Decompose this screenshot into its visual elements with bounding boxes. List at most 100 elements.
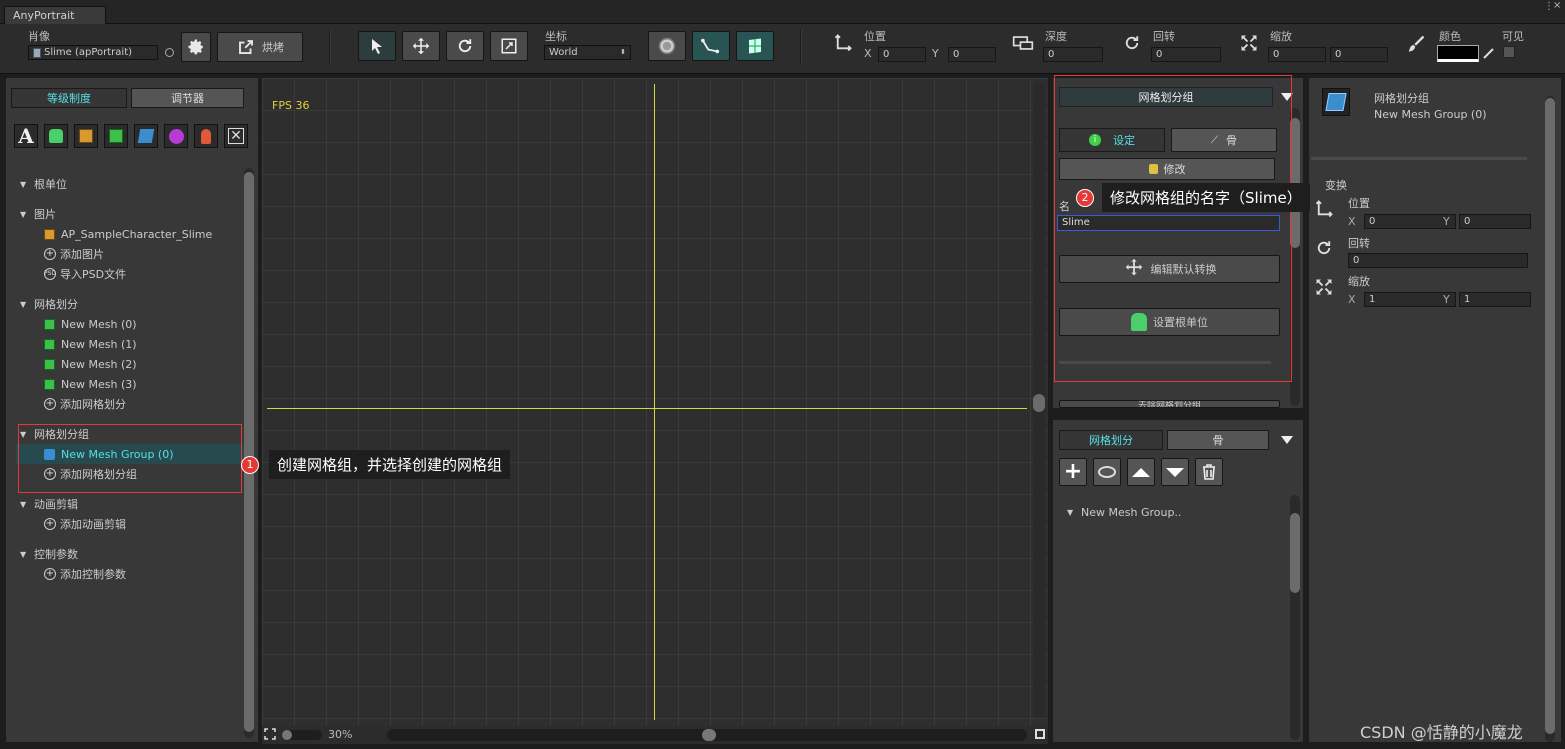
expand-triangle-icon: ▼ [20,209,27,219]
add-circle-icon: + [44,518,56,530]
canvas-v-scrollbar[interactable] [1033,82,1045,718]
bone-icon [701,38,720,54]
hierarchy-panel: 等级制度 调节器 A ✕ ▼ 根单位 ▼ 图片 AP_SampleCharacter… [6,78,258,742]
tab-hierarchy[interactable]: 等级制度 [11,88,127,108]
portrait-field[interactable]: Slime (apPortrait) [28,45,158,60]
pos-x-input[interactable]: 0 [878,47,926,62]
meshgroup-thumbnail [1322,88,1350,116]
scale-y-input[interactable]: 0 [1330,47,1388,62]
delete-button[interactable] [1195,458,1223,486]
arrow-up-icon [1132,467,1150,477]
zoom-slider-handle[interactable] [282,730,292,740]
tree-image-item[interactable]: AP_SampleCharacter_Slime [20,224,245,244]
add-animation-button[interactable]: + 添加动画剪辑 [20,514,245,534]
select-tool-button[interactable] [358,31,396,61]
scrollbar-thumb[interactable] [702,729,716,741]
filter-image-button[interactable] [74,124,98,148]
tree-params[interactable]: ▼ 控制参数 [20,544,245,564]
scale-label: 缩放 [1348,275,1370,288]
meshgroup-scrollbar[interactable] [1290,495,1300,740]
mesh-icon [44,338,55,350]
filter-param-button[interactable] [194,124,218,148]
tree-animations[interactable]: ▼ 动画剪辑 [20,494,245,514]
eyedropper-icon[interactable] [1482,46,1496,60]
add-image-button[interactable]: + 添加图片 [20,244,245,264]
window-tab[interactable]: AnyPortrait [4,6,106,24]
axis-y-line [654,84,655,720]
toolbar-separator [329,30,331,64]
layer-button[interactable] [1093,458,1121,486]
filter-root-button[interactable] [44,124,68,148]
animation-play-icon [168,128,184,144]
tab-mesh[interactable]: 网格划分 [1059,430,1163,450]
tab-modifier[interactable]: 调节器 [131,88,244,108]
tree-images[interactable]: ▼ 图片 [20,204,245,224]
portrait-picker-icon[interactable] [165,48,174,57]
mesh-icon [109,129,123,143]
settings-button[interactable] [181,32,211,62]
scrollbar-thumb[interactable] [1033,394,1045,412]
root-character-icon [49,129,63,143]
window-close-icon[interactable]: × [1553,0,1561,11]
scale-tool-button[interactable] [490,31,528,61]
portrait-value: Slime (apPortrait) [44,47,133,58]
import-psd-button[interactable]: PSD 导入PSD文件 [20,264,245,284]
tree-mesh-item[interactable]: New Mesh (1) [20,334,245,354]
move-tool-button[interactable] [402,31,440,61]
scale-x-input[interactable]: 0 [1268,47,1326,62]
trash-icon [1203,464,1215,480]
visible-checkbox[interactable] [1503,46,1515,58]
toolbar-separator [800,30,802,64]
add-param-button[interactable]: + 添加控制参数 [20,564,245,584]
filter-all-button[interactable]: A [14,124,38,148]
filter-meshgroup-button[interactable] [134,124,158,148]
title-bar: AnyPortrait ⋮ × [0,0,1565,24]
tree-mesh-item[interactable]: New Mesh (3) [20,374,245,394]
panel-collapse-icon[interactable] [1281,436,1293,444]
add-child-button[interactable]: + [1059,458,1087,486]
coord-dropdown[interactable]: World ⬍ [544,45,631,60]
filter-mesh-button[interactable] [104,124,128,148]
meshgroup-tree-item[interactable]: ▼ New Mesh Group.. [1067,502,1181,522]
scrollbar-thumb[interactable] [1545,98,1555,734]
properties-scrollbar[interactable] [1545,96,1555,742]
transform-rotation-input[interactable]: 0 [1348,253,1528,268]
canvas-corner-icon[interactable] [1035,729,1045,739]
properties-panel: 网格划分组 New Mesh Group (0) 变换 位置 X 0 Y 0 回… [1309,78,1561,742]
bake-button[interactable]: 烘烤 [217,32,303,62]
dropdown-arrows-icon: ⬍ [620,48,626,56]
rotation-input[interactable]: 0 [1151,47,1221,62]
y-label: Y [1443,215,1450,228]
add-mesh-button[interactable]: + 添加网格划分 [20,394,245,414]
mesh-toggle-button[interactable] [736,31,774,61]
tree-root-unit[interactable]: ▼ 根单位 [20,174,245,194]
rotate-tool-button[interactable] [446,31,484,61]
move-down-button[interactable] [1161,458,1189,486]
remove-mesh-group-button[interactable]: 去除网格划分组 [1059,400,1280,408]
transform-scale-y-input[interactable]: 1 [1459,292,1531,307]
color-swatch[interactable] [1437,45,1479,62]
filter-animation-button[interactable] [164,124,188,148]
tree-mesh-item[interactable]: New Mesh (0) [20,314,245,334]
viewport-canvas[interactable]: FPS 36 [262,78,1048,726]
meshgroup-hierarchy-panel: 网格划分 骨 + ▼ New Mesh Group.. [1053,420,1303,742]
filter-none-button[interactable]: ✕ [224,124,248,148]
tree-mesh-item[interactable]: New Mesh (2) [20,354,245,374]
tab-bone-hierarchy[interactable]: 骨 [1167,430,1269,450]
position-icon [1315,200,1333,218]
zoom-slider[interactable] [282,730,322,740]
pos-y-input[interactable]: 0 [948,47,996,62]
depth-input[interactable]: 0 [1043,47,1103,62]
onion-toggle-button[interactable] [648,31,686,61]
bone-toggle-button[interactable] [692,31,730,61]
callout-badge: 1 [241,455,259,474]
transform-y-input[interactable]: 0 [1459,214,1531,229]
bake-label: 烘烤 [262,41,284,54]
coord-label: 坐标 [545,30,567,43]
move-up-button[interactable] [1127,458,1155,486]
canvas-h-scrollbar[interactable] [387,729,1027,741]
scrollbar-thumb[interactable] [1290,513,1300,593]
callout-text: 创建网格组，并选择创建的网格组 [269,450,511,479]
fit-view-icon[interactable] [264,728,276,740]
tree-meshes[interactable]: ▼ 网格划分 [20,294,245,314]
